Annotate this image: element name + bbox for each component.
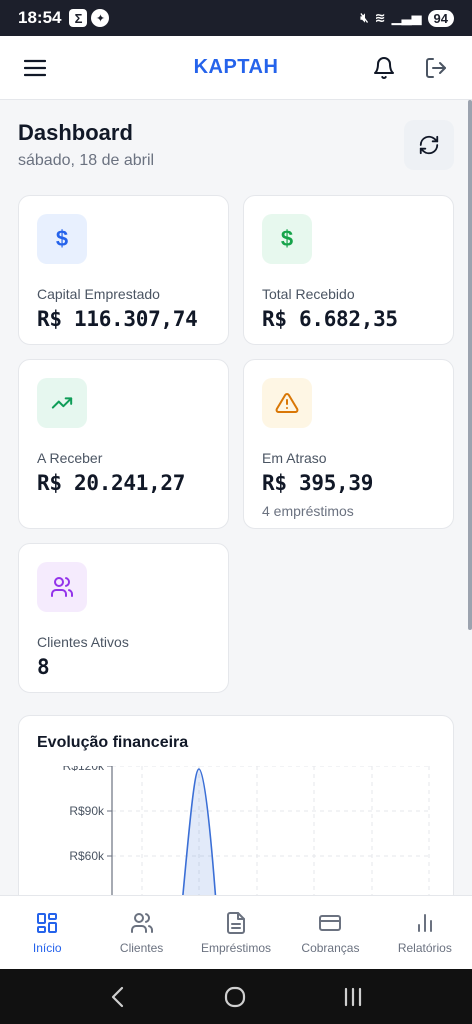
back-icon[interactable] [108,986,128,1008]
system-nav-bar [0,969,472,1024]
nav-item-cobrancas[interactable]: Cobranças [283,896,377,969]
status-bar: 18:54 Σ ✦ 🔇︎ ≋ ▁▃▅ 94 [0,0,472,36]
card-value: R$ 395,39 [262,471,374,495]
nav-item-inicio[interactable]: Início [0,896,94,969]
chart-card: Evolução financeira R$120k R$90k R$60k [18,715,454,895]
trending-up-icon [37,378,87,428]
card-label: A Receber [37,450,103,466]
bell-icon[interactable] [372,56,396,80]
grid-icon [37,912,58,933]
dashboard-header: Dashboard sábado, 18 de abril [18,120,454,170]
recents-icon[interactable] [342,986,364,1008]
scrollbar[interactable] [468,100,472,630]
card-label: Total Recebido [262,286,355,302]
card-clientes-ativos[interactable]: Clientes Ativos 8 [18,543,229,693]
y-tick-label: R$60k [69,849,105,863]
refresh-icon [419,135,439,155]
nav-label: Relatórios [397,940,452,955]
bar-chart-icon [417,913,432,932]
y-tick-label: R$90k [69,804,105,818]
users-icon [37,562,87,612]
nav-item-emprestimos[interactable]: Empréstimos [189,896,283,969]
page-title: Dashboard [18,120,133,145]
sigma-app-icon: Σ [69,9,88,27]
card-em-atraso[interactable]: Em Atraso R$ 395,39 4 empréstimos [243,359,454,529]
y-tick-label: R$120k [63,766,105,773]
nav-item-relatorios[interactable]: Relatórios [378,896,472,969]
dashboard-content[interactable]: Dashboard sábado, 18 de abril $ Capital … [0,100,472,895]
card-total-recebido[interactable]: $ Total Recebido R$ 6.682,35 [243,195,454,345]
nav-label: Clientes [119,940,164,955]
nav-label: Início [32,940,62,955]
card-label: Capital Emprestado [37,286,160,302]
warning-icon [262,378,312,428]
nav-label: Cobranças [301,940,360,955]
home-icon[interactable] [224,986,246,1008]
card-icon [319,914,342,931]
document-icon [227,911,246,934]
nav-label: Empréstimos [201,940,272,955]
card-value: R$ 20.241,27 [37,471,186,495]
bottom-nav: Início Clientes Empréstimos Cobranças Re… [0,895,472,969]
app-header: KAPTAH [0,36,472,100]
app-notification-icon: ✦ [91,9,110,27]
wifi-icon: ≋ [374,10,386,25]
financial-evolution-chart: R$120k R$90k R$60k [63,766,430,895]
nav-item-clientes[interactable]: Clientes [94,896,188,969]
card-value: R$ 116.307,74 [37,307,198,331]
dollar-icon: $ [37,214,87,264]
card-value: R$ 6.682,35 [262,307,398,331]
page-date: sábado, 18 de abril [18,152,155,169]
logout-icon[interactable] [424,56,448,80]
stats-grid: $ Capital Emprestado R$ 116.307,74 $ Tot… [18,195,454,693]
battery-indicator: 94 [427,9,454,27]
signal-icon: ▁▃▅ [391,10,422,25]
card-a-receber[interactable]: A Receber R$ 20.241,27 [18,359,229,529]
chart-area-fill [182,769,216,895]
refresh-button[interactable] [404,120,454,170]
card-label: Clientes Ativos [37,634,129,650]
card-subtext: 4 empréstimos [262,503,354,519]
users-icon [130,912,153,933]
dollar-icon: $ [262,214,312,264]
chart-title: Evolução financeira [37,734,189,751]
mute-icon: 🔇︎ [360,10,369,25]
card-capital-emprestado[interactable]: $ Capital Emprestado R$ 116.307,74 [18,195,229,345]
status-time: 18:54 [18,8,62,27]
menu-icon[interactable] [24,59,46,77]
card-value: 8 [37,655,50,679]
card-label: Em Atraso [262,450,327,466]
